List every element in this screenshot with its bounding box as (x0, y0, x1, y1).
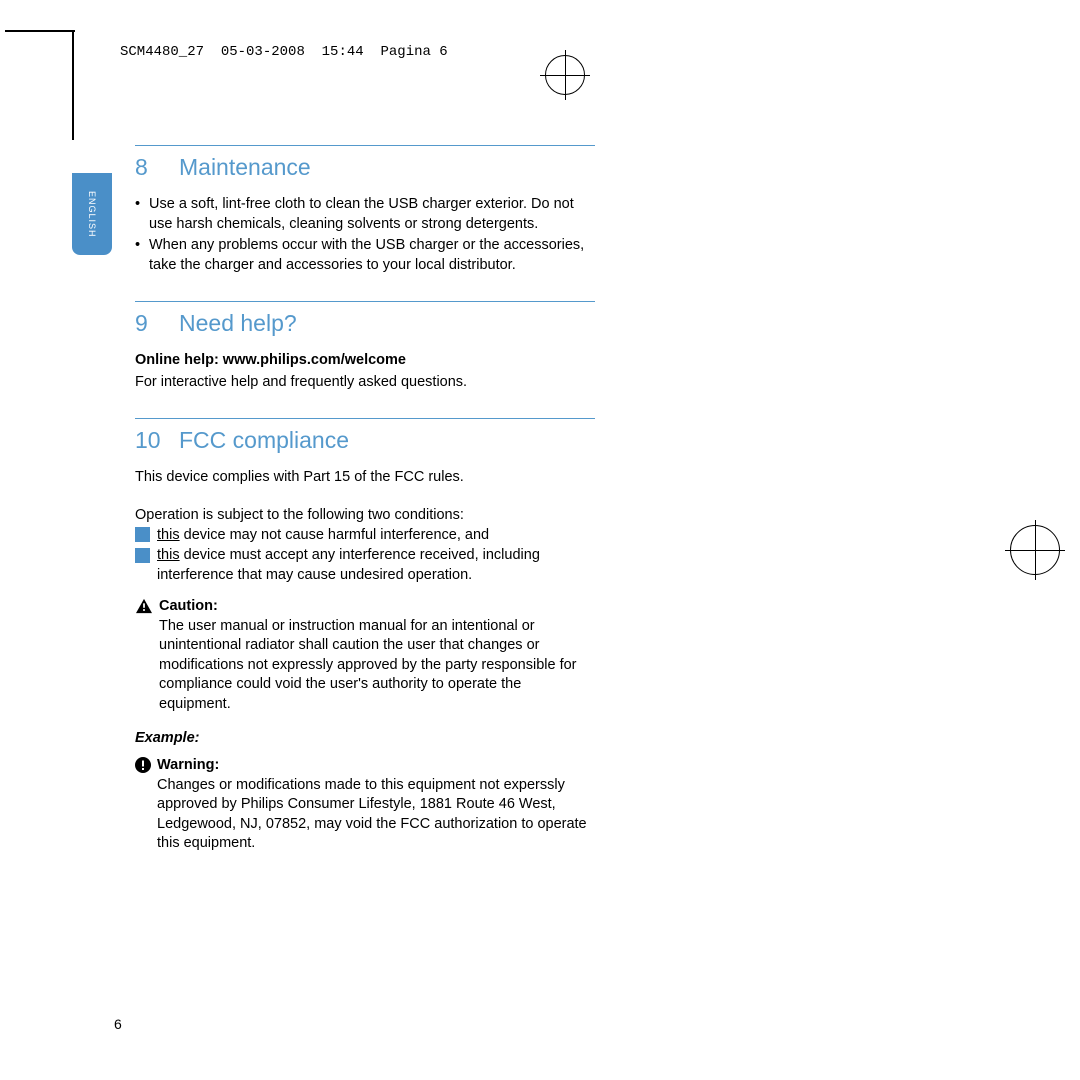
warning-label: Warning: (157, 757, 219, 773)
header-time: 15:44 (322, 44, 364, 60)
crop-mark-vertical (72, 30, 74, 140)
header-date: 05-03-2008 (221, 44, 305, 60)
caution-label: Caution: (159, 598, 218, 614)
caution-icon (135, 598, 153, 614)
fcc-conditions-intro: Operation is subject to the following tw… (135, 506, 595, 526)
print-header: SCM4480_27 05-03-2008 15:44 Pagina 6 (120, 44, 448, 60)
language-tab: ENGLISH (72, 173, 112, 255)
section-rule (135, 145, 595, 146)
caution-block: Caution: The user manual or instruction … (135, 597, 595, 714)
section-heading-maintenance: 8Maintenance (135, 154, 595, 181)
underline-this: this (157, 527, 180, 543)
fcc-condition-2: 2 this device must accept any interferen… (135, 546, 595, 585)
list-item: When any problems occur with the USB cha… (135, 236, 595, 275)
caution-text: The user manual or instruction manual fo… (159, 617, 595, 715)
warning-icon (135, 757, 151, 773)
section-title: Need help? (179, 310, 297, 336)
cond1-text: device may not cause harmful interferenc… (180, 527, 490, 543)
header-filename: SCM4480_27 (120, 44, 204, 60)
cond2-text: device must accept any interference rece… (157, 547, 540, 583)
example-label: Example: (135, 729, 595, 749)
underline-this: this (157, 547, 180, 563)
section-number: 9 (135, 310, 179, 337)
section-rule (135, 301, 595, 302)
page-content: 8Maintenance Use a soft, lint-free cloth… (135, 145, 595, 854)
list-item: Use a soft, lint-free cloth to clean the… (135, 195, 595, 234)
page-number: 6 (114, 1016, 122, 1032)
registration-mark-top (545, 55, 585, 95)
section-number: 8 (135, 154, 179, 181)
number-box-2: 2 (135, 548, 150, 563)
fcc-intro: This device complies with Part 15 of the… (135, 468, 595, 488)
section-rule (135, 418, 595, 419)
crop-mark-horizontal (5, 30, 75, 32)
maintenance-list: Use a soft, lint-free cloth to clean the… (135, 195, 595, 275)
section-title: FCC compliance (179, 427, 349, 453)
fcc-condition-1: 1 this device may not cause harmful inte… (135, 526, 595, 546)
number-box-1: 1 (135, 527, 150, 542)
language-tab-label: ENGLISH (87, 191, 97, 238)
section-heading-needhelp: 9Need help? (135, 310, 595, 337)
section-number: 10 (135, 427, 179, 454)
online-help-text: For interactive help and frequently aske… (135, 373, 595, 393)
registration-mark-right (1010, 525, 1060, 575)
warning-text: Changes or modifications made to this eq… (157, 776, 595, 854)
warning-block: Warning: Changes or modifications made t… (135, 756, 595, 854)
online-help-subhead: Online help: www.philips.com/welcome (135, 351, 595, 371)
header-pageinfo: Pagina 6 (380, 44, 447, 60)
section-heading-fcc: 10FCC compliance (135, 427, 595, 454)
section-title: Maintenance (179, 154, 311, 180)
